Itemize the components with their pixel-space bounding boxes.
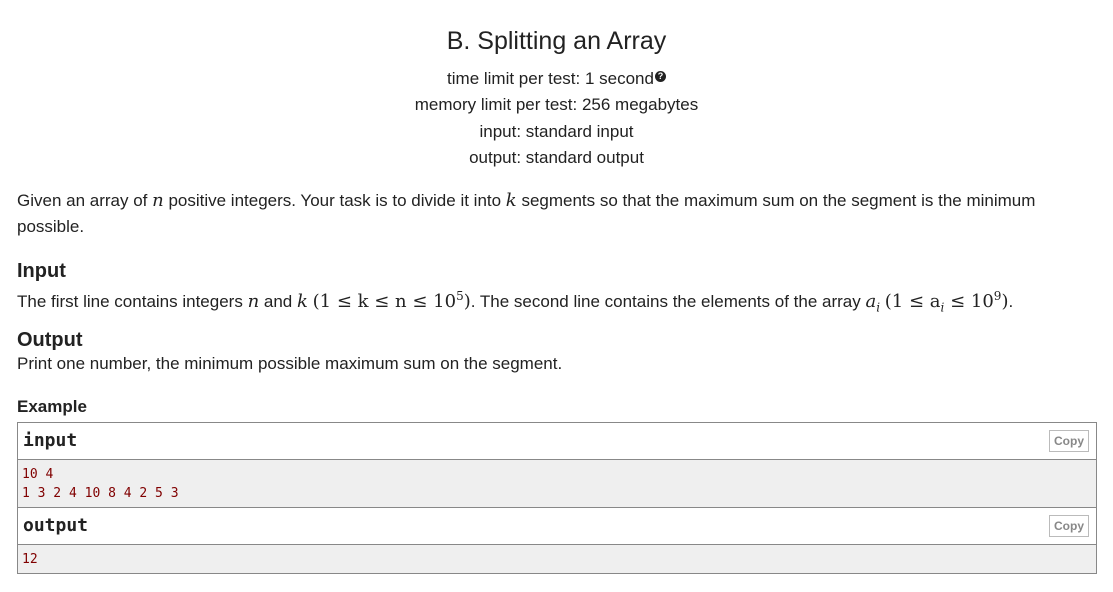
math-n: n <box>247 291 260 312</box>
constraint-2-text: (1 ≤ a <box>884 291 941 312</box>
output-section-title: Output <box>17 329 83 351</box>
time-limit: time limit per test: 1 second <box>447 69 654 88</box>
problem-title: B. Splitting an Array <box>446 27 667 55</box>
output-file: output: standard output <box>469 147 644 167</box>
sample-input-block: input Copy 10 4 1 3 2 4 10 8 4 2 5 3 <box>17 422 1097 508</box>
input-spec-text-2: . The second line contains the elements … <box>470 292 866 311</box>
problem-statement: Given an array of n positive integers. Y… <box>17 188 1097 239</box>
math-k: k <box>296 291 308 312</box>
constraint-1-exponent: 5 <box>456 289 464 303</box>
input-specification: The first line contains integers n and k… <box>17 284 1097 321</box>
input-spec-end: . <box>1008 292 1014 311</box>
constraint-2-text-b: ≤ 10 <box>944 291 994 312</box>
math-a-i: ai <box>865 291 881 315</box>
math-n: n <box>152 190 164 211</box>
copy-output-button[interactable]: Copy <box>1049 515 1089 537</box>
sample-input-label: input <box>23 430 78 451</box>
input-section-title: Input <box>17 260 66 282</box>
problem-header: B. Splitting an Array time limit per tes… <box>0 0 1113 171</box>
output-specification: Print one number, the minimum possible m… <box>17 354 563 373</box>
math-a: a <box>865 291 877 312</box>
sample-output-content: 12 <box>18 545 1096 573</box>
input-file: input: standard input <box>479 121 634 141</box>
math-i: i <box>876 300 881 315</box>
input-spec-and: and <box>259 292 297 311</box>
constraint-2: (1 ≤ ai ≤ 109) <box>884 289 1009 315</box>
help-icon[interactable]: ? <box>654 71 666 82</box>
problem-limits: time limit per test: 1 second? memory li… <box>0 66 1113 171</box>
sample-output-block: output Copy 12 <box>17 507 1097 574</box>
math-k: k <box>505 190 517 211</box>
sample-input-content: 10 4 1 3 2 4 10 8 4 2 5 3 <box>18 460 1096 507</box>
sample-output-header: output Copy <box>18 508 1096 545</box>
memory-limit: memory limit per test: 256 megabytes <box>414 95 699 115</box>
sample-output-label: output <box>23 515 89 536</box>
constraint-1-text: (1 ≤ k ≤ n ≤ 10 <box>312 291 457 312</box>
statement-text-1: Given an array of <box>17 191 153 210</box>
sample-input-header: input Copy <box>18 423 1096 460</box>
constraint-1: (1 ≤ k ≤ n ≤ 105) <box>312 289 471 312</box>
constraint-1-close: ) <box>463 291 471 312</box>
example-title: Example <box>17 397 87 416</box>
statement-text-2: positive integers. Your task is to divid… <box>163 191 506 210</box>
time-limit-row: time limit per test: 1 second? <box>0 66 1113 92</box>
input-spec-text-1: The first line contains integers <box>17 292 248 311</box>
copy-input-button[interactable]: Copy <box>1049 430 1089 452</box>
